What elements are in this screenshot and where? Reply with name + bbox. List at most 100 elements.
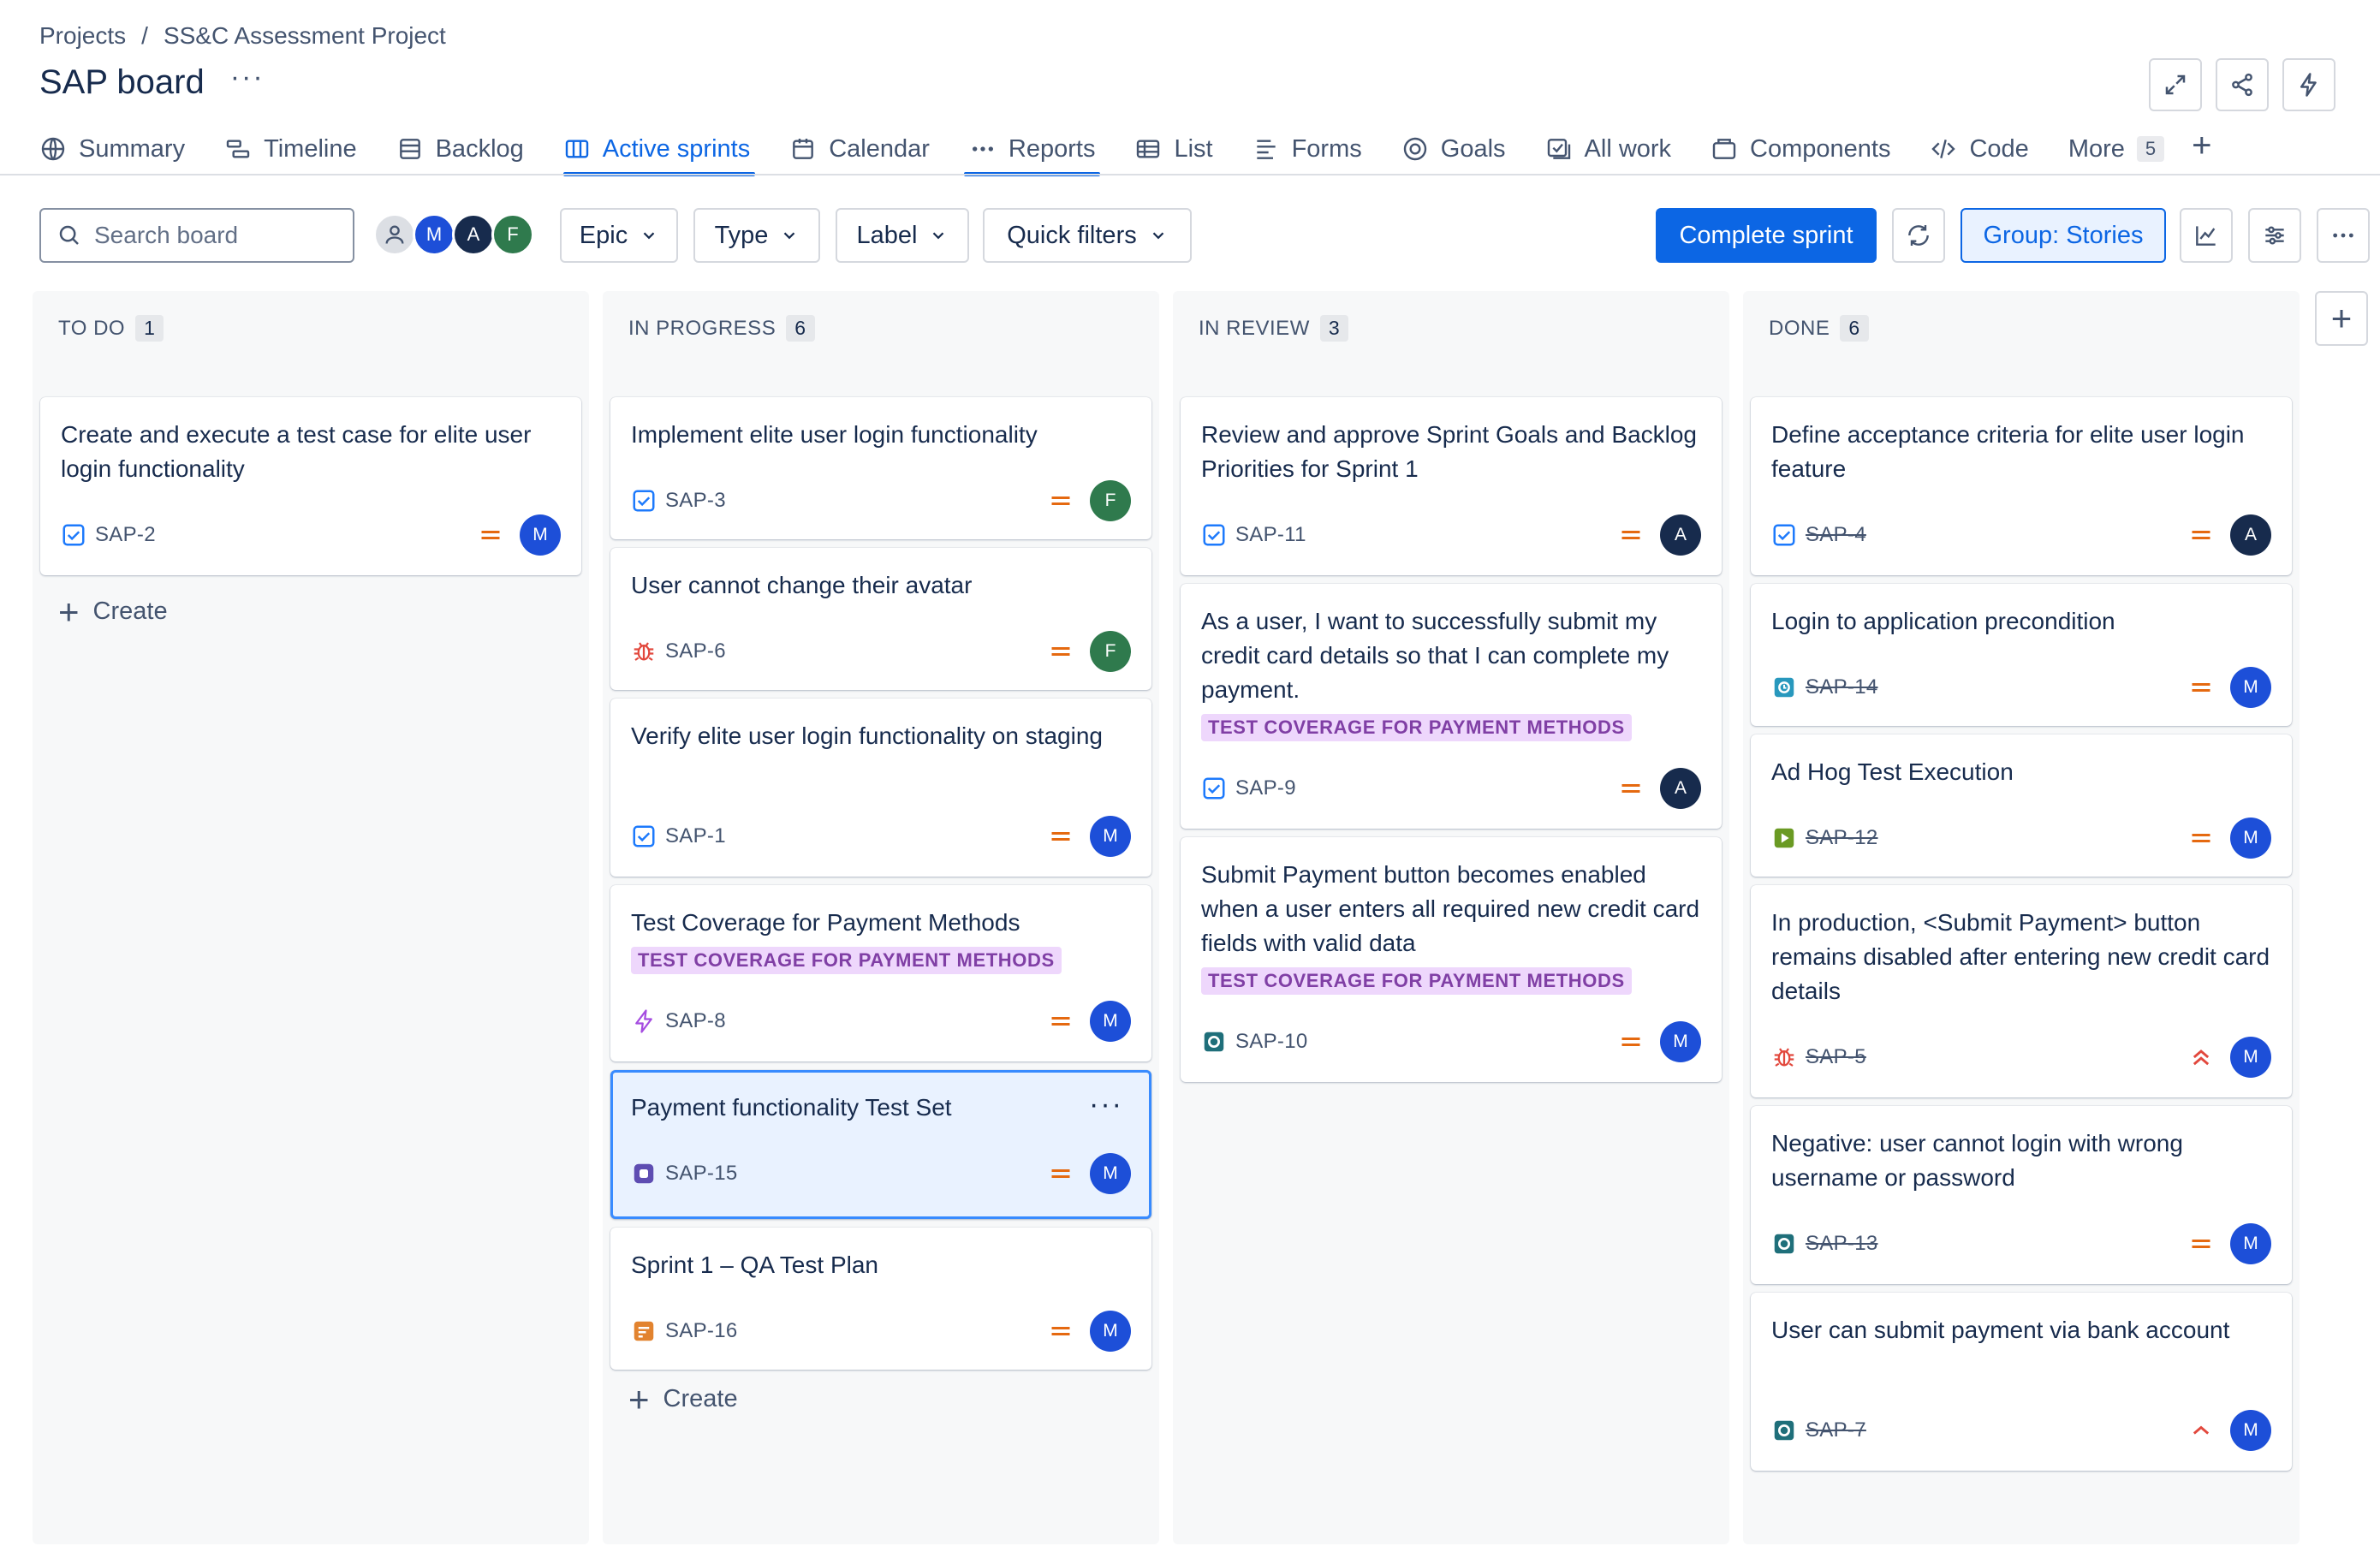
- search-field[interactable]: [39, 208, 354, 263]
- complete-sprint-button[interactable]: Complete sprint: [1656, 208, 1877, 263]
- add-tab-button[interactable]: +: [2192, 123, 2211, 168]
- breadcrumb-projects[interactable]: Projects: [39, 22, 126, 50]
- issue-key[interactable]: SAP-7: [1806, 1418, 1866, 1442]
- board-actions-button[interactable]: [2317, 208, 2370, 263]
- assignee-avatar[interactable]: M: [1660, 1021, 1701, 1062]
- avatar-m[interactable]: M: [413, 213, 455, 256]
- unassigned-avatar[interactable]: [373, 213, 416, 256]
- card-sap-9[interactable]: As a user, I want to successfully submit…: [1181, 584, 1722, 829]
- assignee-avatar[interactable]: M: [520, 514, 561, 556]
- card-sap-3[interactable]: Implement elite user login functionality…: [610, 397, 1151, 539]
- priority-medium-icon: [2192, 531, 2210, 539]
- tab-forms[interactable]: Forms: [1252, 127, 1362, 171]
- card-sap-7[interactable]: User can submit payment via bank account…: [1751, 1293, 2292, 1471]
- automation-button[interactable]: [2282, 58, 2335, 111]
- issue-key[interactable]: SAP-15: [665, 1162, 738, 1186]
- page-title: SAP board: [39, 63, 205, 101]
- tab-reports[interactable]: Reports: [963, 127, 1100, 176]
- assignee-avatar[interactable]: M: [2230, 818, 2271, 859]
- retrospective-button[interactable]: [1892, 208, 1945, 263]
- issue-key[interactable]: SAP-11: [1235, 523, 1306, 547]
- card-sap-16[interactable]: Sprint 1 – QA Test Plan SAP-16 M: [610, 1228, 1151, 1370]
- assignee-avatar[interactable]: M: [1090, 1153, 1131, 1194]
- search-input[interactable]: [94, 222, 334, 249]
- quick-filters[interactable]: Quick filters: [983, 208, 1192, 263]
- issue-key[interactable]: SAP-8: [665, 1009, 726, 1033]
- epic-lozenge[interactable]: TEST COVERAGE FOR PAYMENT METHODS: [1201, 714, 1632, 741]
- card-sap-14[interactable]: Login to application precondition SAP-14…: [1751, 584, 2292, 726]
- avatar-a[interactable]: A: [452, 213, 495, 256]
- tab-more[interactable]: More 5: [2068, 127, 2165, 171]
- issue-key[interactable]: SAP-12: [1806, 826, 1878, 850]
- issue-key[interactable]: SAP-4: [1806, 523, 1866, 547]
- card-title: In production, <Submit Payment> button r…: [1771, 909, 2270, 1004]
- card-sap-1[interactable]: Verify elite user login functionality on…: [610, 699, 1151, 877]
- timeline-icon: [226, 140, 250, 158]
- issue-key[interactable]: SAP-10: [1235, 1030, 1308, 1054]
- tab-all-work[interactable]: All work: [1545, 127, 1671, 171]
- assignee-avatar[interactable]: M: [2230, 667, 2271, 708]
- share-button[interactable]: [2216, 58, 2269, 111]
- tab-code[interactable]: Code: [1930, 127, 2029, 171]
- card-sap-11[interactable]: Review and approve Sprint Goals and Back…: [1181, 397, 1722, 575]
- create-issue-button[interactable]: + Create: [58, 593, 168, 629]
- assignee-avatar[interactable]: M: [1090, 1311, 1131, 1352]
- tab-calendar[interactable]: Calendar: [789, 127, 930, 171]
- issue-key[interactable]: SAP-9: [1235, 776, 1296, 800]
- tab-label: More: [2068, 134, 2125, 163]
- tab-goals[interactable]: Goals: [1401, 127, 1506, 171]
- breadcrumb-project[interactable]: SS&C Assessment Project: [164, 22, 446, 50]
- avatar-f[interactable]: F: [491, 213, 534, 256]
- assignee-avatar[interactable]: M: [2230, 1410, 2271, 1451]
- column-count: 6: [786, 315, 815, 342]
- add-column-button[interactable]: +: [2315, 291, 2368, 346]
- tab-active-sprints[interactable]: Active sprints: [562, 127, 756, 176]
- assignee-avatar[interactable]: M: [1090, 816, 1131, 857]
- issue-key[interactable]: SAP-1: [665, 824, 726, 848]
- card-sap-15[interactable]: Payment functionality Test Set ··· SAP-1…: [610, 1070, 1151, 1219]
- tab-components[interactable]: Components: [1711, 127, 1890, 171]
- assignee-avatar[interactable]: M: [2230, 1223, 2271, 1264]
- issue-key[interactable]: SAP-13: [1806, 1232, 1878, 1256]
- board-more-icon[interactable]: ···: [230, 61, 265, 94]
- issue-key[interactable]: SAP-6: [665, 639, 726, 663]
- type-filter[interactable]: Type: [693, 208, 820, 263]
- card-footer: SAP-11 A: [1201, 514, 1701, 556]
- epic-filter[interactable]: Epic: [560, 208, 678, 263]
- card-sap-10[interactable]: Submit Payment button becomes enabled wh…: [1181, 837, 1722, 1082]
- assignee-avatar[interactable]: A: [1660, 768, 1701, 809]
- card-sap-4[interactable]: Define acceptance criteria for elite use…: [1751, 397, 2292, 575]
- label-filter[interactable]: Label: [836, 208, 969, 263]
- create-label: Create: [663, 1385, 738, 1412]
- assignee-avatar[interactable]: A: [1660, 514, 1701, 556]
- tab-list[interactable]: List: [1134, 127, 1213, 171]
- card-title: Test Coverage for Payment Methods: [631, 909, 1020, 936]
- card-sap-13[interactable]: Negative: user cannot login with wrong u…: [1751, 1106, 2292, 1284]
- assignee-avatar[interactable]: A: [2230, 514, 2271, 556]
- group-by-button[interactable]: Group: Stories: [1961, 208, 2166, 263]
- fullscreen-button[interactable]: [2149, 58, 2202, 111]
- create-issue-button[interactable]: + Create: [628, 1381, 738, 1417]
- tab-summary[interactable]: Summary: [39, 127, 185, 171]
- epic-lozenge[interactable]: TEST COVERAGE FOR PAYMENT METHODS: [631, 947, 1062, 974]
- issue-key[interactable]: SAP-2: [95, 523, 156, 547]
- assignee-avatar[interactable]: M: [1090, 1001, 1131, 1042]
- card-more-icon[interactable]: ···: [1089, 1090, 1123, 1119]
- issue-key[interactable]: SAP-3: [665, 489, 726, 513]
- issue-key[interactable]: SAP-14: [1806, 675, 1878, 699]
- issue-key[interactable]: SAP-5: [1806, 1045, 1866, 1069]
- card-sap-6[interactable]: User cannot change their avatar SAP-6 F: [610, 548, 1151, 690]
- card-sap-8[interactable]: Test Coverage for Payment Methods TEST C…: [610, 885, 1151, 1061]
- insights-button[interactable]: [2180, 208, 2233, 263]
- assignee-avatar[interactable]: M: [2230, 1037, 2271, 1078]
- epic-lozenge[interactable]: TEST COVERAGE FOR PAYMENT METHODS: [1201, 967, 1632, 995]
- view-settings-button[interactable]: [2248, 208, 2301, 263]
- issue-key[interactable]: SAP-16: [665, 1319, 738, 1343]
- assignee-avatar[interactable]: F: [1090, 480, 1131, 521]
- tab-timeline[interactable]: Timeline: [224, 127, 357, 171]
- card-sap-5[interactable]: In production, <Submit Payment> button r…: [1751, 885, 2292, 1097]
- assignee-avatar[interactable]: F: [1090, 631, 1131, 672]
- tab-backlog[interactable]: Backlog: [396, 127, 524, 171]
- card-sap-12[interactable]: Ad Hog Test Execution SAP-12 M: [1751, 734, 2292, 877]
- card-sap-2[interactable]: Create and execute a test case for elite…: [40, 397, 581, 575]
